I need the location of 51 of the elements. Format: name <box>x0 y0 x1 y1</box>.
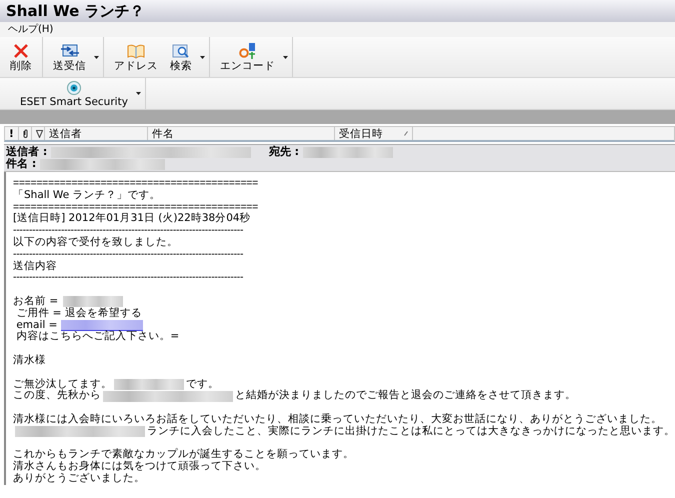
window-title: Shall We ランチ？ <box>0 0 675 22</box>
body-text: 以下の内容で受付を致しました。 <box>13 236 178 249</box>
column-header[interactable]: 件名 <box>152 126 174 140</box>
body-text: email = <box>15 320 58 331</box>
body-text: ありがとうございました。 <box>13 472 145 485</box>
toolbar-button[interactable]: 削除 <box>4 39 38 75</box>
sort-icon[interactable] <box>404 131 408 136</box>
column-header[interactable]: 送信者 <box>49 126 82 140</box>
field-label: 件名 : <box>6 158 36 170</box>
body-text: この度、先秋から <box>13 390 101 402</box>
menu-item[interactable]: ヘルプ(H) <box>8 22 54 37</box>
body-text: ------------------------------------------------------------------------ <box>13 248 244 260</box>
body-text: 清水様には入会時にいろいろお話をしていただいたり、相談に乗っていただいたり、大変お世話になり、ありがとうございました。 <box>13 414 662 425</box>
body-text: 清水様 <box>13 354 46 367</box>
book-icon <box>126 42 146 60</box>
letters-icon <box>238 42 258 60</box>
body-text: ランチに入会したこと、実際にランチに出掛けたことは私にとっては大きなきっかけになったと思います。 <box>147 426 675 438</box>
caret-icon[interactable] <box>94 56 99 58</box>
body-text: ========================================== <box>13 178 258 190</box>
body-text: と結婚が決まりましたのでご報告と退会のご連絡をさせて頂きます。 <box>235 390 576 402</box>
body-text: です。 <box>186 378 219 390</box>
magnifier-icon <box>171 42 191 60</box>
body-text: これからもランチで素敵なカップルが誕生することを願っています。 <box>13 449 354 460</box>
caret-icon[interactable] <box>200 56 205 58</box>
caret-icon[interactable] <box>136 92 141 95</box>
toolbar-button[interactable]: エンコード <box>214 39 281 75</box>
body-text: 「Shall We ランチ？」です。 <box>13 190 160 202</box>
toolbar-button[interactable]: 送受信 <box>47 39 92 75</box>
caret-icon[interactable] <box>283 56 288 58</box>
field-label: 送信者 : <box>6 146 48 158</box>
body-text: ご用件 = 退会を希望する <box>15 308 142 320</box>
flag-icon[interactable] <box>36 130 43 138</box>
paperclip-icon[interactable] <box>23 129 28 138</box>
column-header[interactable]: 受信日時 <box>339 126 383 140</box>
column-header[interactable]: ! <box>9 126 14 140</box>
toolbar-button[interactable]: 検索 <box>164 39 198 75</box>
x-icon <box>12 42 30 60</box>
body-text: 清水さんもお身体には気をつけて頑張って下さい。 <box>13 461 266 472</box>
field-label: 宛先 : <box>268 146 299 158</box>
body-text: 内容はこちらへご記入下さい。= <box>15 331 180 344</box>
body-text: お名前 = <box>13 296 60 308</box>
body-text: 送信内容 <box>13 260 57 272</box>
body-text: ご無沙汰してます。 <box>13 378 112 390</box>
redacted-block <box>63 296 124 308</box>
body-text: [送信日時] 2012年01月31日 (火)22時38分04秒 <box>13 213 251 226</box>
body-text: ========================================== <box>13 202 258 213</box>
redacted-link[interactable] <box>60 320 143 331</box>
toolbar-button[interactable]: アドレス <box>108 39 164 75</box>
body-text: ------------------------------------------------------------------------ <box>13 225 244 236</box>
body-text: ------------------------------------------------------------------------ <box>13 272 244 284</box>
eye-icon <box>66 80 82 96</box>
